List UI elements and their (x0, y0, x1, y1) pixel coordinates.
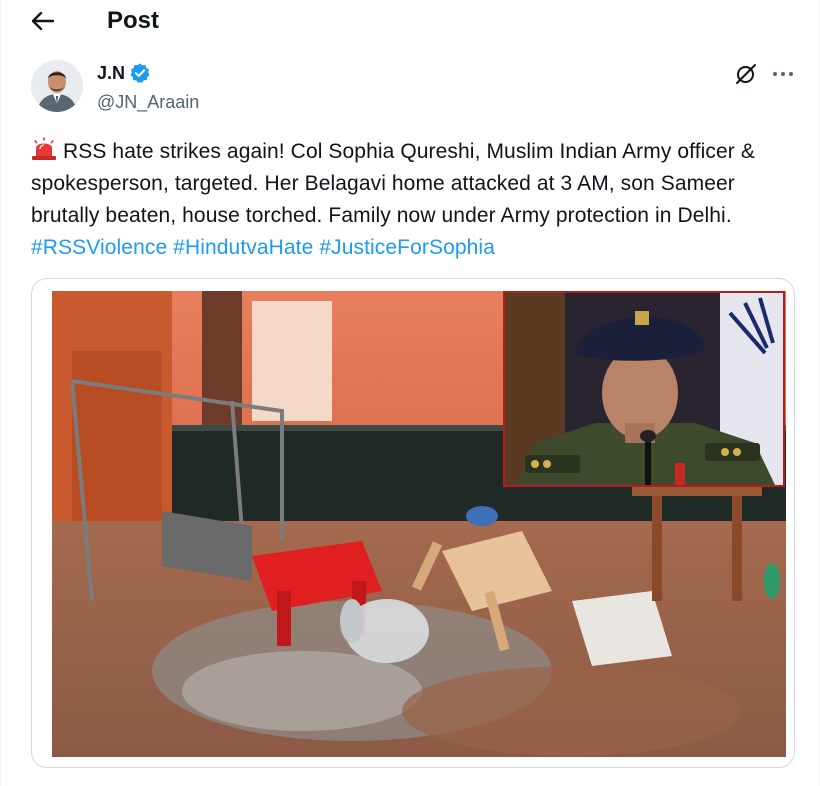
more-horizontal-icon[interactable] (770, 62, 796, 86)
page-title: Post (107, 7, 160, 34)
officer-portrait-inset[interactable] (503, 291, 785, 487)
hashtag-rssviolence[interactable]: #RSSViolence (31, 236, 167, 259)
author-name-row: J.N (97, 62, 151, 84)
arrow-left-icon (32, 12, 54, 30)
hashtag-justiceforsophia[interactable]: #JusticeForSophia (319, 236, 495, 259)
tweet-text: RSS hate strikes again! Col Sophia Qures… (31, 136, 801, 264)
post-media[interactable] (31, 278, 795, 768)
tweet-body: RSS hate strikes again! Col Sophia Qures… (31, 140, 755, 227)
author-name[interactable]: J.N (97, 62, 125, 84)
verified-badge-icon[interactable] (129, 62, 151, 84)
post-header: Post (1, 0, 819, 46)
grok-icon[interactable] (734, 62, 758, 86)
post-page: Post J.N @JN_Araain RSS hate strikes aga… (0, 0, 820, 786)
siren-icon (32, 137, 56, 160)
avatar[interactable] (31, 60, 83, 112)
author-handle[interactable]: @JN_Araain (97, 91, 199, 113)
back-button[interactable] (25, 6, 61, 36)
hashtag-hindutvahate[interactable]: #HindutvaHate (173, 236, 313, 259)
